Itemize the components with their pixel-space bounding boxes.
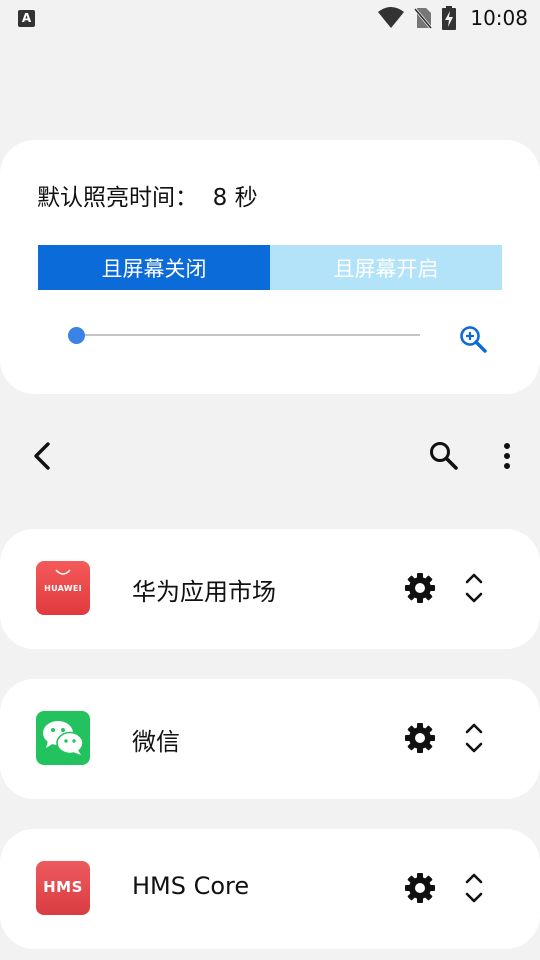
reorder-chevron-icon[interactable] (461, 571, 487, 605)
search-icon[interactable] (428, 440, 460, 472)
slider-thumb[interactable] (68, 327, 85, 344)
gear-icon[interactable] (403, 871, 437, 905)
screen-state-tabs: 且屏幕关闭 且屏幕开启 (38, 245, 502, 290)
no-sim-icon (414, 8, 433, 29)
tab-screen-on[interactable]: 且屏幕开启 (270, 245, 502, 290)
status-time: 10:08 (470, 6, 528, 30)
wifi-icon (378, 7, 405, 28)
tab-screen-off[interactable]: 且屏幕关闭 (38, 245, 270, 290)
gear-icon[interactable] (403, 571, 437, 605)
zoom-in-icon[interactable] (458, 324, 488, 354)
back-arrow-icon[interactable] (28, 440, 56, 472)
status-bar: A 10:08 (0, 0, 540, 36)
app-item-wechat[interactable]: 微信 (0, 679, 540, 799)
app-item-huawei-appgallery[interactable]: HUAWEI 华为应用市场 (0, 529, 540, 649)
gear-icon[interactable] (403, 721, 437, 755)
app-name: HMS Core (132, 872, 250, 900)
wechat-icon (36, 711, 90, 765)
slider-track (76, 334, 420, 336)
illumination-time-label: 默认照亮时间： 8 秒 (37, 185, 258, 211)
more-vertical-icon[interactable] (495, 440, 519, 472)
battery-charging-icon (442, 6, 457, 30)
reorder-chevron-icon[interactable] (461, 871, 487, 905)
app-item-hms-core[interactable]: HMS HMS Core (0, 829, 540, 949)
toolbar (0, 430, 540, 482)
illumination-panel: 默认照亮时间： 8 秒 且屏幕关闭 且屏幕开启 (0, 140, 540, 394)
illumination-time-slider[interactable] (68, 325, 420, 345)
app-name: 微信 (132, 728, 180, 756)
huawei-appgallery-icon: HUAWEI (36, 561, 90, 615)
notification-a-icon: A (18, 9, 35, 27)
huawei-wordmark: HUAWEI (44, 584, 82, 593)
app-name: 华为应用市场 (132, 578, 276, 606)
hms-core-icon: HMS (36, 861, 90, 915)
reorder-chevron-icon[interactable] (461, 721, 487, 755)
hms-wordmark: HMS (43, 878, 83, 896)
